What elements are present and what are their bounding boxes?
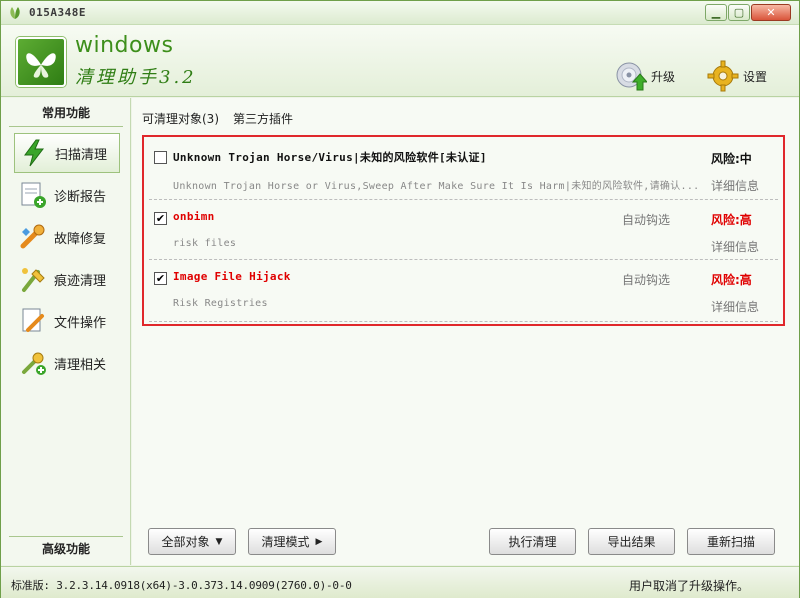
clean-related-icon [22, 352, 46, 375]
sidebar-item-report[interactable]: 诊断报告 [14, 175, 120, 215]
minimize-button[interactable]: ▁ [705, 4, 727, 21]
main-panel: 可清理对象(3) 第三方插件 Unknown Trojan Horse/Viru… [132, 98, 799, 565]
upgrade-button[interactable]: 升级 [615, 59, 675, 93]
result-title: onbimn [173, 210, 215, 223]
sidebar-item-label: 痕迹清理 [54, 273, 107, 289]
clean-mode-label: 清理模式 [261, 535, 310, 549]
maximize-button[interactable]: ▢ [728, 4, 750, 21]
app-window: 015A348E ▁ ▢ ✕ windows 清理助手3.2 升级 设置 常用功… [0, 0, 800, 598]
brand-product: 清理助手3.2 [75, 67, 197, 88]
sidebar-item-label: 故障修复 [54, 231, 107, 247]
result-checkbox[interactable]: ✔ [154, 272, 167, 285]
settings-button[interactable]: 设置 [707, 59, 767, 93]
sidebar-item-clean-related[interactable]: 清理相关 [14, 343, 120, 383]
details-link[interactable]: 详细信息 [711, 177, 759, 194]
close-button[interactable]: ✕ [751, 4, 791, 21]
upgrade-label: 升级 [651, 69, 676, 84]
details-link[interactable]: 详细信息 [711, 298, 759, 315]
cd-upgrade-icon [616, 62, 647, 91]
result-title: Unknown Trojan Horse/Virus|未知的风险软件[未认证] [173, 151, 487, 164]
scan-bolt-icon [24, 139, 45, 167]
result-checkbox[interactable]: ✔ [154, 212, 167, 225]
file-op-icon [22, 308, 44, 332]
auto-check-label: 自动钩选 [622, 273, 671, 287]
tab-cleanable-objects[interactable]: 可清理对象(3) [142, 110, 219, 127]
caret-down-icon: ▼ [215, 536, 223, 547]
sidebar-item-repair[interactable]: 故障修复 [14, 217, 120, 257]
details-link[interactable]: 详细信息 [711, 238, 759, 255]
advanced-functions-heading[interactable]: 高级功能 [9, 536, 123, 562]
status-message: 用户取消了升级操作。 [628, 579, 749, 593]
execute-clean-button[interactable]: 执行清理 [489, 528, 576, 555]
scan-results-list: Unknown Trojan Horse/Virus|未知的风险软件[未认证] … [142, 135, 785, 326]
result-row: ✔ Image File Hijack Risk Registries 自动钩选… [149, 259, 778, 321]
risk-level: 风险:中 [711, 152, 752, 166]
sidebar-item-label: 文件操作 [54, 315, 107, 331]
result-row: Unknown Trojan Horse/Virus|未知的风险软件[未认证] … [149, 139, 778, 199]
clean-mode-button[interactable]: 清理模式 ▶ [248, 528, 336, 555]
status-bar: 标准版: 3.2.3.14.0918(x64)-3.0.373.14.0909(… [1, 566, 799, 598]
settings-label: 设置 [743, 69, 768, 84]
report-icon [21, 182, 46, 208]
brand-name: windows [75, 33, 174, 58]
sidebar: 常用功能 扫描清理 诊断报告 故障修复 痕迹清理 文件操作 清理相关 高级功能 [1, 98, 131, 565]
butterfly-logo-icon [16, 37, 66, 87]
trace-clean-icon [22, 268, 45, 292]
tab-bar: 可清理对象(3) 第三方插件 [142, 110, 293, 127]
result-description: risk files [173, 238, 237, 249]
result-description: Risk Registries [173, 298, 268, 309]
risk-level: 风险:高 [711, 213, 752, 227]
all-objects-label: 全部对象 [161, 535, 210, 549]
sidebar-item-trace[interactable]: 痕迹清理 [14, 259, 120, 299]
auto-check-label: 自动钩选 [622, 213, 671, 227]
sidebar-item-label: 诊断报告 [54, 189, 107, 205]
rescan-button[interactable]: 重新扫描 [687, 528, 775, 555]
leaf-app-icon [10, 7, 20, 19]
sidebar-item-label: 扫描清理 [55, 147, 108, 163]
app-header: windows 清理助手3.2 升级 设置 [1, 25, 799, 97]
version-text: 标准版: 3.2.3.14.0918(x64)-3.0.373.14.0909(… [11, 579, 352, 592]
sidebar-item-file[interactable]: 文件操作 [14, 301, 120, 341]
sidebar-item-label: 清理相关 [54, 357, 107, 373]
common-functions-heading: 常用功能 [9, 101, 123, 127]
result-checkbox[interactable] [154, 151, 167, 164]
result-title: Image File Hijack [173, 270, 291, 283]
export-results-button[interactable]: 导出结果 [588, 528, 675, 555]
risk-level: 风险:高 [711, 273, 752, 287]
result-row: ✔ onbimn risk files 自动钩选 风险:高 详细信息 [149, 199, 778, 259]
gear-icon [707, 60, 739, 92]
repair-icon [20, 224, 45, 249]
result-description: Unknown Trojan Horse or Virus,Sweep Afte… [173, 181, 700, 192]
sidebar-item-scan[interactable]: 扫描清理 [14, 133, 120, 173]
tab-third-party-plugins[interactable]: 第三方插件 [233, 110, 293, 127]
caret-right-icon: ▶ [315, 536, 323, 547]
row-divider [149, 321, 778, 322]
all-objects-dropdown[interactable]: 全部对象 ▼ [148, 528, 236, 555]
title-bar[interactable]: 015A348E ▁ ▢ ✕ [1, 1, 799, 25]
window-title: 015A348E [29, 6, 86, 19]
